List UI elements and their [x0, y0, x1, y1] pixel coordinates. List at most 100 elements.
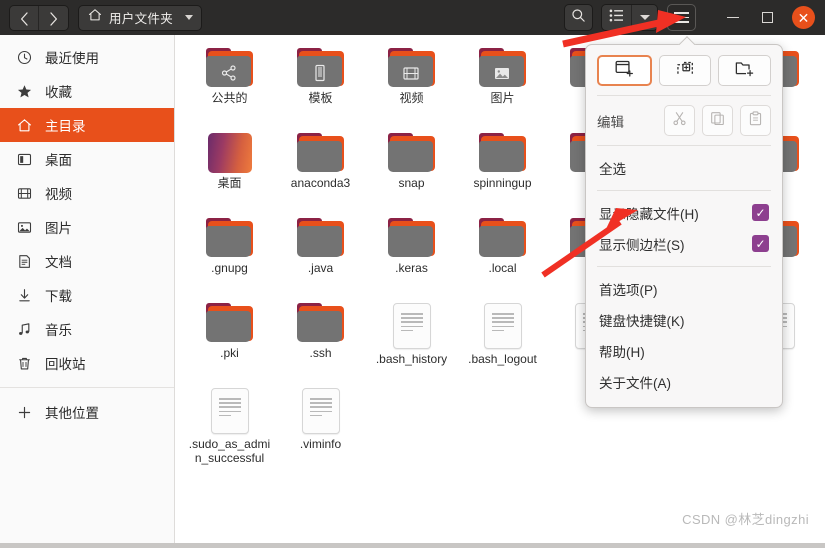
- close-button[interactable]: ✕: [792, 6, 815, 29]
- file-item[interactable]: 视频: [366, 43, 457, 128]
- menu-item-select-all[interactable]: 全选: [586, 152, 782, 183]
- sidebar-item-label: 视频: [45, 187, 72, 202]
- file-item[interactable]: .java: [275, 213, 366, 298]
- film-icon: [388, 60, 433, 86]
- window-controls: ✕: [716, 3, 821, 33]
- file-item[interactable]: .sudo_as_admin_successful: [184, 383, 275, 468]
- sidebar-item-label: 图片: [45, 221, 72, 236]
- menu-item-preferences[interactable]: 首选项(P): [586, 273, 782, 304]
- file-item[interactable]: anaconda3: [275, 128, 366, 213]
- menu-item-label: 键盘快捷键(K): [599, 313, 685, 329]
- file-item[interactable]: .gnupg: [184, 213, 275, 298]
- file-label: .bash_logout: [468, 352, 537, 366]
- menu-item-help[interactable]: 帮助(H): [586, 335, 782, 366]
- maximize-button[interactable]: [750, 3, 784, 33]
- menu-toggle-group: 显示隐藏文件(H) ✓ 显示侧边栏(S) ✓: [586, 191, 782, 266]
- file-item[interactable]: .local: [457, 213, 548, 298]
- file-item[interactable]: .bash_history: [366, 298, 457, 383]
- search-button[interactable]: [564, 4, 593, 31]
- sidebar-item-downloads[interactable]: 下载: [0, 278, 174, 312]
- back-button[interactable]: [10, 5, 39, 30]
- sidebar-item-desktop[interactable]: 桌面: [0, 142, 174, 176]
- sidebar-item-music[interactable]: 音乐: [0, 312, 174, 346]
- file-item[interactable]: .keras: [366, 213, 457, 298]
- file-label: .ssh: [309, 346, 332, 360]
- file-item[interactable]: .pki: [184, 298, 275, 383]
- file-item[interactable]: 公共的: [184, 43, 275, 128]
- menu-item-about-files[interactable]: 关于文件(A): [586, 366, 782, 397]
- new-tab-button[interactable]: [658, 55, 712, 86]
- hamburger-menu-icon: [674, 16, 689, 19]
- menu-item-label: 首选项(P): [599, 282, 658, 298]
- sidebar-item-label: 回收站: [45, 357, 86, 372]
- list-view-button[interactable]: [602, 5, 632, 30]
- folder-icon: [297, 303, 344, 343]
- file-item[interactable]: .ssh: [275, 298, 366, 383]
- desktop-icon: [16, 151, 33, 168]
- sidebar-item-trash[interactable]: 回收站: [0, 346, 174, 380]
- main-menu-popover: 编辑 全选 显示隐藏文件(H) ✓ 显示侧边栏(S) ✓ 首选项(P) 键盘快捷…: [585, 44, 783, 408]
- document-icon: [16, 253, 33, 270]
- hamburger-menu-icon: [674, 11, 689, 14]
- file-label: .gnupg: [211, 261, 248, 275]
- sidebar-item-label: 主目录: [45, 119, 86, 134]
- menu-item-keyboard-shortcuts[interactable]: 键盘快捷键(K): [586, 304, 782, 335]
- file-item[interactable]: spinningup: [457, 128, 548, 213]
- view-mode-dropdown-button[interactable]: [632, 5, 657, 30]
- menu-item-show-sidebar[interactable]: 显示侧边栏(S) ✓: [586, 228, 782, 259]
- sidebar-item-label: 音乐: [45, 323, 72, 338]
- file-item[interactable]: 模板: [275, 43, 366, 128]
- sidebar-item-recent[interactable]: 最近使用: [0, 40, 174, 74]
- menu-item-show-hidden-files[interactable]: 显示隐藏文件(H) ✓: [586, 197, 782, 228]
- show-sidebar-checkbox[interactable]: ✓: [752, 235, 769, 252]
- file-label: spinningup: [473, 176, 532, 190]
- share-icon: [206, 60, 251, 86]
- star-icon: [16, 83, 33, 100]
- paste-button[interactable]: [740, 105, 771, 136]
- file-item[interactable]: snap: [366, 128, 457, 213]
- main-menu-button[interactable]: [667, 4, 696, 31]
- cut-button[interactable]: [664, 105, 695, 136]
- file-label: snap: [398, 176, 425, 190]
- image-icon: [16, 219, 33, 236]
- paste-icon: [748, 110, 763, 131]
- sidebar-item-videos[interactable]: 视频: [0, 176, 174, 210]
- file-item[interactable]: .bash_logout: [457, 298, 548, 383]
- sidebar-item-documents[interactable]: 文档: [0, 244, 174, 278]
- folder-icon: [479, 133, 526, 173]
- copy-button[interactable]: [702, 105, 733, 136]
- new-folder-icon: [735, 60, 754, 82]
- sidebar-item-home[interactable]: 主目录: [0, 108, 174, 142]
- new-folder-button[interactable]: [718, 55, 772, 86]
- watermark: CSDN @林芝dingzhi: [682, 512, 809, 527]
- chevron-left-icon: [20, 11, 29, 26]
- folder-icon: [297, 48, 344, 88]
- show-hidden-files-checkbox[interactable]: ✓: [752, 204, 769, 221]
- chevron-down-icon: [639, 15, 650, 20]
- sidebar-item-other-locations[interactable]: 其他位置: [0, 395, 174, 429]
- text-file-icon: [392, 303, 431, 349]
- file-item[interactable]: 桌面: [184, 128, 275, 213]
- hamburger-menu-icon: [674, 21, 689, 24]
- sidebar-divider: [0, 387, 174, 388]
- file-item[interactable]: 图片: [457, 43, 548, 128]
- minimize-button[interactable]: [716, 3, 750, 33]
- clock-icon: [16, 49, 33, 66]
- copy-icon: [710, 111, 725, 131]
- forward-button[interactable]: [39, 5, 68, 30]
- sidebar-item-starred[interactable]: 收藏: [0, 74, 174, 108]
- sidebar-item-label: 收藏: [45, 85, 72, 100]
- nav-button-group: [9, 4, 69, 31]
- breadcrumb[interactable]: 用户文件夹: [78, 4, 203, 31]
- folder-icon: [479, 48, 526, 88]
- desktop-thumbnail-icon: [207, 133, 252, 173]
- file-label: 公共的: [211, 91, 248, 105]
- home-icon: [16, 117, 33, 134]
- file-label: .viminfo: [299, 437, 342, 451]
- sidebar-item-pictures[interactable]: 图片: [0, 210, 174, 244]
- image-icon: [479, 60, 524, 86]
- file-manager-window: 用户文件夹 ✕ 最近使用 收藏 主目录 桌面 视频 图片 文档 下载 音乐 回收…: [0, 0, 825, 548]
- folder-icon: [206, 48, 253, 88]
- new-window-button[interactable]: [597, 55, 652, 86]
- file-item[interactable]: .viminfo: [275, 383, 366, 468]
